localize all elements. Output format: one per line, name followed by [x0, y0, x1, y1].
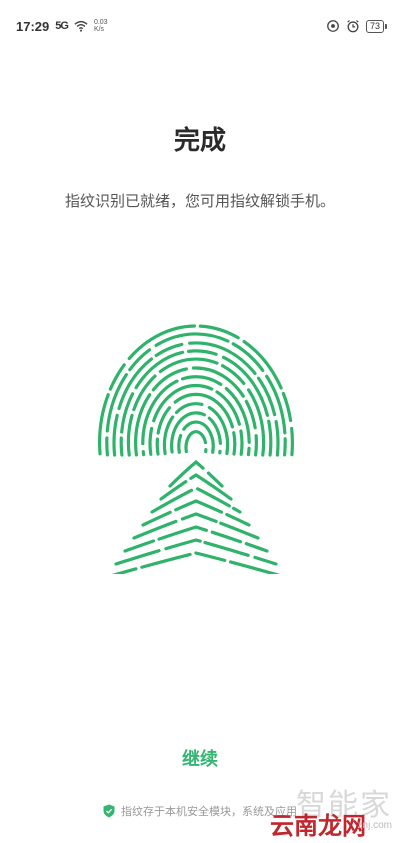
status-time: 17:29	[16, 18, 50, 34]
footer-note-text: 指纹存于本机安全模块，系统及应用	[121, 805, 297, 818]
fingerprint-ridge	[177, 420, 215, 454]
wifi-icon	[74, 20, 88, 32]
network-speed-unit: K/s	[93, 26, 105, 33]
fingerprint-chevron	[111, 551, 281, 574]
shield-icon	[103, 804, 115, 818]
network-speed-value: 0.03	[93, 19, 108, 26]
status-bar: 17:29 5G 0.03 K/s 73	[0, 0, 400, 52]
network-speed: 0.03 K/s	[94, 19, 108, 33]
status-left: 17:29 5G 0.03 K/s	[16, 19, 108, 34]
alarm-icon	[347, 20, 359, 33]
status-right: 73	[326, 19, 388, 33]
page-title: 完成	[173, 126, 226, 156]
eye-comfort-icon	[327, 20, 339, 32]
fingerprint-chevron	[159, 473, 233, 501]
fingerprint-ridge	[184, 430, 208, 454]
fingerprint-icon	[98, 324, 294, 574]
continue-button[interactable]: 继续	[150, 740, 250, 776]
footer-note: 指纹存于本机安全模块，系统及应用	[0, 800, 400, 822]
page-subtitle: 指纹识别已就绪，您可用指纹解锁手机。	[64, 192, 335, 210]
cell-signal: 5G	[55, 20, 69, 32]
battery-indicator: 73	[365, 19, 388, 33]
